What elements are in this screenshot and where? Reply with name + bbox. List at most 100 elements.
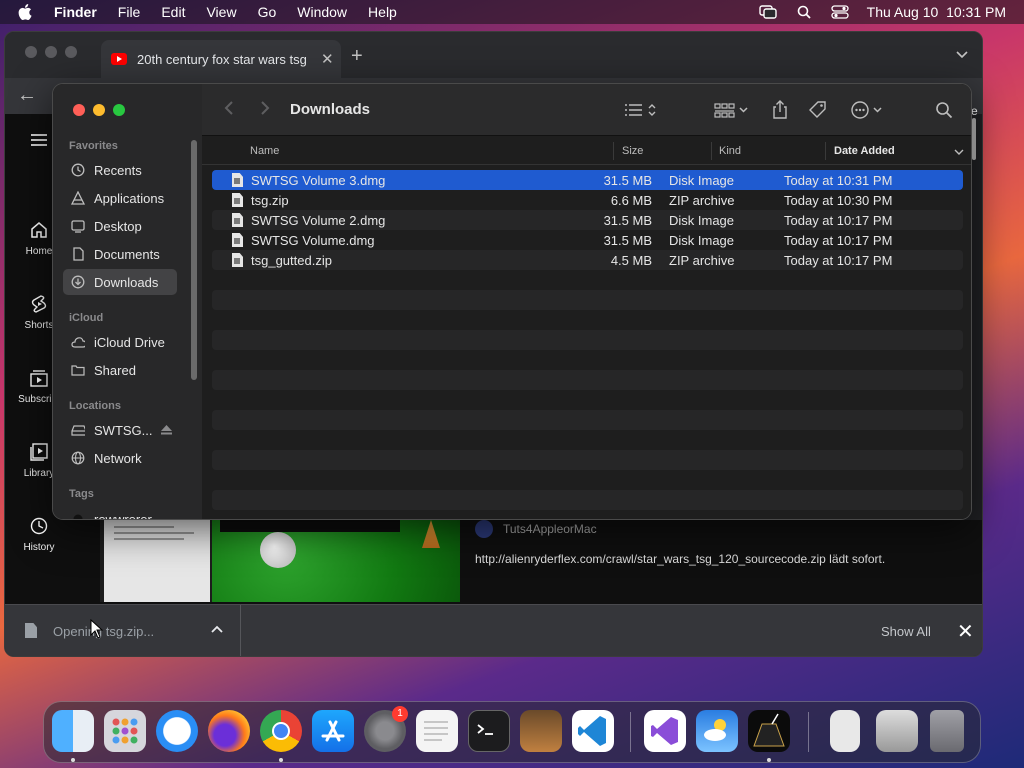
download-chevron-up-icon[interactable] [211, 621, 223, 636]
sidebar-item-icloud-drive[interactable]: iCloud Drive [63, 329, 177, 355]
sidebar-item-network[interactable]: Network [63, 445, 177, 471]
empty-row [212, 370, 963, 390]
column-header-size[interactable]: Size [622, 145, 643, 157]
file-row[interactable]: SWTSG Volume 3.dmg 31.5 MB Disk Image To… [212, 170, 963, 190]
new-tab-icon[interactable]: + [351, 45, 363, 68]
sidebar-item-recents[interactable]: Recents [63, 157, 177, 183]
show-all-downloads-button[interactable]: Show All [881, 624, 931, 639]
globe-icon [71, 451, 85, 465]
yt-sidebar-history[interactable]: History [5, 516, 73, 553]
menu-app-name[interactable]: Finder [54, 4, 97, 20]
menu-help[interactable]: Help [368, 4, 397, 20]
file-date: Today at 10:30 PM [784, 193, 893, 208]
finder-close-button[interactable] [73, 104, 85, 116]
finder-dock-icon[interactable] [52, 710, 94, 752]
share-icon[interactable] [772, 100, 788, 120]
menu-edit[interactable]: Edit [161, 4, 185, 20]
tab-strip: 20th century fox star wars tsg ✕ + [5, 32, 982, 78]
star-wars-game-dock-icon[interactable] [748, 710, 790, 752]
sort-chevron-down-icon[interactable] [954, 147, 964, 159]
document-icon [232, 233, 243, 247]
eject-icon[interactable] [160, 423, 172, 438]
downloads-stack-dock-icon[interactable] [830, 710, 860, 752]
more-actions-icon[interactable] [850, 100, 886, 120]
sidebar-scrollbar[interactable] [191, 140, 197, 380]
back-arrow-icon[interactable]: ← [17, 84, 37, 107]
video-channel[interactable]: Tuts4AppleorMac [475, 520, 597, 538]
screen-mirroring-icon[interactable] [758, 5, 777, 19]
sidebar-item-applications[interactable]: Applications [63, 185, 177, 211]
tab-close-icon[interactable]: ✕ [321, 50, 334, 68]
file-name: tsg_gutted.zip [251, 253, 332, 268]
browser-zoom-button[interactable] [65, 46, 77, 58]
menu-view[interactable]: View [206, 4, 236, 20]
list-view-icon[interactable] [624, 100, 658, 120]
finder-minimize-button[interactable] [93, 104, 105, 116]
forward-chevron-icon[interactable] [260, 100, 270, 121]
file-row[interactable]: tsg_gutted.zip 4.5 MB ZIP archive Today … [212, 250, 963, 270]
weather-dock-icon[interactable] [696, 710, 738, 752]
browser-minimize-button[interactable] [45, 46, 57, 58]
menu-file[interactable]: File [118, 4, 141, 20]
sidebar-item-desktop[interactable]: Desktop [63, 213, 177, 239]
finder-sidebar: Favorites Recents Applications Desktop D… [53, 84, 202, 519]
spotlight-search-icon[interactable] [795, 5, 813, 19]
tab-search-chevron-icon[interactable] [956, 46, 968, 64]
video-thumbnail[interactable] [100, 520, 460, 602]
sidebar-item-documents[interactable]: Documents [63, 241, 177, 267]
file-name: SWTSG Volume.dmg [251, 233, 375, 248]
browser-tab-active[interactable]: 20th century fox star wars tsg ✕ [101, 40, 341, 78]
file-row[interactable]: SWTSG Volume 2.dmg 31.5 MB Disk Image To… [212, 210, 963, 230]
close-downloads-bar-icon[interactable]: ✕ [957, 619, 974, 644]
firefox-dock-icon[interactable] [208, 710, 250, 752]
sidebar-item-shared[interactable]: Shared [63, 357, 177, 383]
textedit-dock-icon[interactable] [416, 710, 458, 752]
disk-image-dock-icon[interactable] [876, 710, 918, 752]
menu-window[interactable]: Window [297, 4, 347, 20]
terminal-dock-icon[interactable] [468, 710, 510, 752]
column-header-date-added[interactable]: Date Added [834, 145, 895, 157]
finder-main: Downloads Name Size Kind Date Added SWTS… [202, 84, 971, 519]
clock-icon [71, 163, 85, 177]
sidebar-section-favorites: Favorites [69, 140, 118, 152]
group-view-icon[interactable] [714, 100, 750, 120]
finder-toolbar: Downloads [202, 84, 971, 136]
yt-sidebar-history-label: History [23, 542, 55, 553]
sidebar-item-tag[interactable]: rewwrerer [63, 506, 177, 519]
tag-icon[interactable] [808, 100, 828, 120]
menu-clock[interactable]: Thu Aug 10 10:31 PM [867, 4, 1006, 20]
sidebar-item-label: Downloads [94, 274, 159, 290]
menu-go[interactable]: Go [258, 4, 277, 20]
app-store-dock-icon[interactable] [312, 710, 354, 752]
launchpad-dock-icon[interactable] [104, 710, 146, 752]
back-chevron-icon[interactable] [224, 100, 234, 121]
file-row[interactable]: tsg.zip 6.6 MB ZIP archive Today at 10:3… [212, 190, 963, 210]
control-center-icon[interactable] [831, 5, 849, 19]
sidebar-item-label: Recents [94, 162, 142, 178]
browser-scrollbar[interactable] [972, 118, 976, 160]
safari-dock-icon[interactable] [156, 710, 198, 752]
finder-zoom-button[interactable] [113, 104, 125, 116]
document-icon [232, 213, 243, 227]
sidebar-item-downloads[interactable]: Downloads [63, 269, 177, 295]
empty-row [212, 410, 963, 430]
search-icon[interactable] [935, 100, 953, 120]
cloud-icon [71, 335, 85, 349]
file-row[interactable]: SWTSG Volume.dmg 31.5 MB Disk Image Toda… [212, 230, 963, 250]
trash-dock-icon[interactable] [930, 710, 964, 752]
empty-row [212, 350, 963, 370]
apple-menu-icon[interactable] [18, 4, 36, 20]
garageband-dock-icon[interactable] [520, 710, 562, 752]
sidebar-item-swtsg-volume[interactable]: SWTSG... [63, 417, 177, 443]
column-header-kind[interactable]: Kind [719, 145, 741, 157]
column-header-name[interactable]: Name [250, 145, 279, 157]
download-item[interactable]: Opening tsg.zip... [5, 605, 241, 656]
running-indicator [279, 758, 283, 762]
sidebar-item-label: iCloud Drive [94, 334, 165, 350]
dock: 1 [43, 701, 981, 763]
settings-notification-badge: 1 [392, 706, 408, 722]
chrome-dock-icon[interactable] [260, 710, 302, 752]
visual-studio-dock-icon[interactable] [644, 710, 686, 752]
vscode-dock-icon[interactable] [572, 710, 614, 752]
browser-close-button[interactable] [25, 46, 37, 58]
